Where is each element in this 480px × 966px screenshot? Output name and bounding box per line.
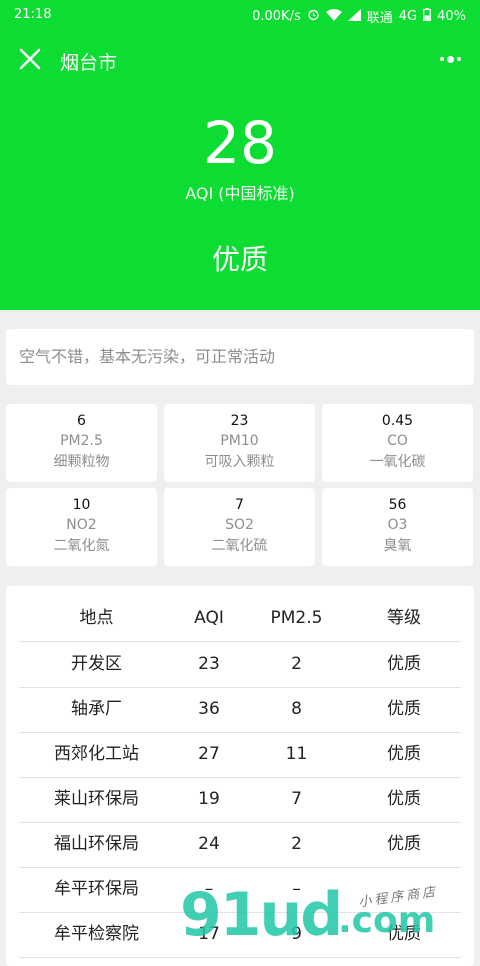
column-header-pm25: PM2.5 [270,608,323,628]
table-row[interactable]: 轴承厂 36 8 优质 [19,687,461,733]
nav-bar: 烟台市 [0,38,480,82]
table-row[interactable]: 西郊化工站 27 11 优质 [19,732,461,778]
cell-aqi: 24 [198,834,220,854]
cell-level: 优质 [387,699,421,719]
cell-level: 优质 [387,744,421,764]
alarm-icon [307,8,320,25]
cell-pm25: 8 [291,699,302,719]
more-dot-icon [456,57,461,61]
pollutant-name: 二氧化氮 [53,538,110,554]
pollutant-value: 56 [388,497,407,513]
pollutant-name: 臭氧 [383,538,412,554]
table-row[interactable]: 福山环保局 24 2 优质 [19,822,461,868]
pollutant-card-o3[interactable]: 56 O3 臭氧 [322,488,473,566]
status-right: 0.00K/s 联通 4G 40% [252,7,466,26]
cell-pm25: 2 [291,654,302,674]
network-type: 4G [398,9,418,24]
pollutant-key: NO2 [66,517,97,533]
pollutant-key: CO [387,433,408,449]
aqi-standard: AQI (中国标准) [185,184,295,203]
pollutant-card-pm25[interactable]: 6 PM2.5 细颗粒物 [6,404,157,482]
pollutant-key: PM10 [220,433,259,449]
signal-icon [347,8,361,25]
cell-aqi: 23 [198,654,220,674]
wifi-icon [325,8,342,25]
column-header-location: 地点 [79,608,114,628]
network-speed: 0.00K/s [252,9,301,24]
cell-pm25: 2 [291,834,302,854]
station-table: 地点 AQI PM2.5 等级 开发区 23 2 优质 轴承厂 36 8 优质 … [6,586,474,966]
column-header-aqi: AQI [194,608,224,628]
cell-pm25: 11 [285,744,308,764]
table-header: 地点 AQI PM2.5 等级 [19,596,461,642]
cell-location: 牟平检察院 [54,924,139,944]
cell-location: 莱山环保局 [54,789,139,809]
table-row[interactable]: 牟平检察院 17 9 优质 [19,912,461,958]
pollutant-key: O3 [387,517,408,533]
cell-level: 优质 [387,834,421,854]
air-description: 空气不错，基本无污染，可正常活动 [6,329,474,385]
column-header-level: 等级 [387,608,421,628]
cell-location: 福山环保局 [54,834,139,854]
pollutant-name: 可吸入颗粒 [204,454,275,470]
cell-aqi: 19 [198,789,220,809]
status-time: 21:18 [14,7,52,22]
pollutant-value: 23 [230,413,249,429]
page-title: 烟台市 [60,52,118,74]
cell-pm25: 9 [291,924,302,944]
cell-pm25: – [292,879,301,899]
table-row[interactable]: 莱山环保局 19 7 优质 [19,777,461,823]
pollutant-name: 二氧化硫 [211,538,268,554]
close-icon [19,48,41,70]
pollutant-card-no2[interactable]: 10 NO2 二氧化氮 [6,488,157,566]
cell-pm25: 7 [291,789,302,809]
carrier-label: 联通 [366,11,393,26]
cell-aqi: 36 [198,699,220,719]
cell-location: 开发区 [71,654,122,674]
more-dot-icon [439,57,444,61]
pollutant-card-pm10[interactable]: 23 PM10 可吸入颗粒 [164,404,315,482]
pollutant-value: 6 [77,413,86,429]
aqi-value: 28 [203,109,277,177]
pollutant-key: PM2.5 [60,433,103,449]
cell-location: 轴承厂 [71,699,122,719]
pollutant-value: 0.45 [381,413,414,429]
table-row[interactable]: 开发区 23 2 优质 [19,642,461,688]
pollutant-value: 7 [235,497,244,513]
status-bar: 21:18 0.00K/s 联通 4G 40% [0,0,480,30]
cell-aqi: 27 [198,744,220,764]
more-button[interactable] [434,48,466,70]
aqi-level: 优质 [211,243,268,276]
close-button[interactable] [14,44,46,76]
battery-icon [423,8,431,25]
cell-aqi: 17 [198,924,220,944]
cell-location: 西郊化工站 [54,744,139,764]
table-row[interactable]: 牟平环保局 – – [19,867,461,913]
cell-level: 优质 [387,789,421,809]
pollutant-key: SO2 [225,517,254,533]
cell-level: 优质 [387,654,421,674]
more-dot-icon [446,55,454,63]
cell-location: 牟平环保局 [54,879,139,899]
pollutant-name: 一氧化碳 [369,454,426,470]
cell-aqi: – [204,879,214,899]
header: 21:18 0.00K/s 联通 4G 40% 烟台市 28 AQI (中国标准… [0,0,480,310]
cell-level: 优质 [387,924,421,944]
battery-level: 40% [437,9,466,24]
pollutant-card-so2[interactable]: 7 SO2 二氧化硫 [164,488,315,566]
pollutant-value: 10 [72,497,91,513]
pollutant-name: 细颗粒物 [53,454,110,470]
pollutant-card-co[interactable]: 0.45 CO 一氧化碳 [322,404,473,482]
